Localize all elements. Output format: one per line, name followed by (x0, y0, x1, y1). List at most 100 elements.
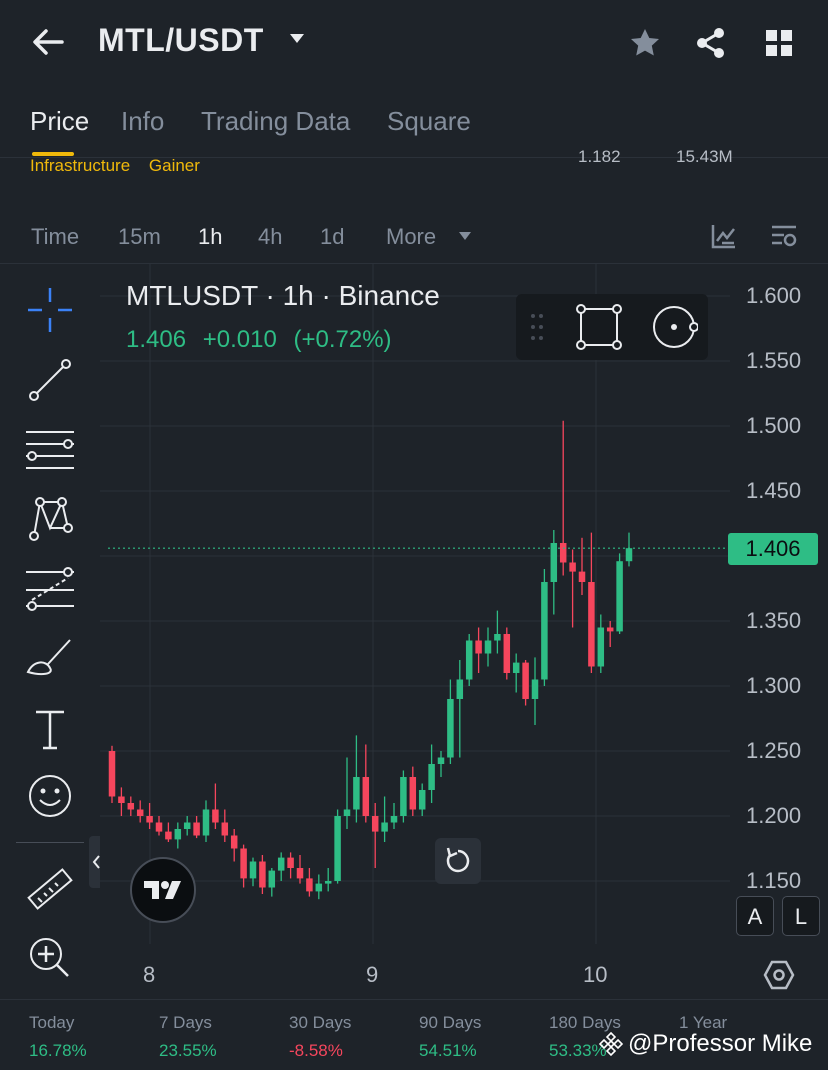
grid-icon[interactable] (764, 28, 794, 58)
tab-info[interactable]: Info (121, 106, 164, 137)
share-icon[interactable] (694, 26, 728, 60)
tradingview-logo[interactable] (130, 857, 196, 923)
auto-scale-button[interactable]: A (736, 896, 774, 936)
candlestick-chart[interactable] (100, 264, 828, 999)
candle-body (362, 777, 370, 816)
y-axis-label: 1.450 (746, 478, 802, 503)
candle-body (193, 822, 200, 836)
y-axis-label: 1.350 (746, 608, 802, 633)
candle-body (428, 764, 435, 790)
candle-body (475, 640, 482, 654)
y-axis-label: 1.600 (746, 283, 802, 308)
candle-body (625, 548, 633, 562)
trend-line-icon[interactable] (24, 354, 76, 406)
log-scale-button[interactable]: L (782, 896, 820, 936)
x-axis-label: 10 (583, 962, 608, 987)
chart-title: MTLUSDT · 1h · Binance (126, 280, 440, 311)
candle-body (578, 571, 586, 582)
candle-body (503, 634, 511, 673)
x-axis-label: 8 (143, 962, 156, 987)
timeframe-15m[interactable]: 15m (118, 224, 161, 250)
candle-body (183, 822, 191, 829)
emoji-icon[interactable] (24, 770, 76, 822)
chart-layout-settings-icon[interactable] (770, 222, 798, 250)
drag-handle-icon[interactable] (530, 312, 544, 342)
y-axis-label: 1.250 (746, 738, 802, 763)
timeframe-more[interactable]: More (386, 224, 436, 250)
tag-gainer[interactable]: Gainer (149, 156, 200, 175)
star-icon[interactable] (628, 26, 662, 60)
candle-body (456, 679, 464, 699)
candle-body (230, 835, 238, 849)
perf-value: -8.58% (289, 1041, 343, 1060)
floating-draw-toolbar (516, 294, 708, 360)
horizontal-lines-icon[interactable] (24, 424, 76, 476)
candle-body (174, 829, 182, 840)
crosshair-icon[interactable] (24, 284, 76, 336)
brush-icon[interactable] (24, 634, 76, 686)
candle-body (155, 822, 163, 832)
tag-infrastructure[interactable]: Infrastructure (30, 156, 130, 175)
stat-value-truncated: 15.43M (676, 147, 733, 166)
candle-body (268, 870, 276, 888)
x-axis-label: 9 (366, 962, 379, 987)
candle-body (437, 757, 445, 764)
candle-body (287, 857, 294, 868)
candle-body (296, 868, 304, 879)
caret-down-icon[interactable] (290, 34, 304, 43)
perf-period-label: 7 Days (159, 1013, 212, 1032)
candle-body (118, 796, 125, 803)
circle-tool-icon[interactable] (650, 304, 698, 350)
candle-body (522, 662, 529, 699)
candle-body (324, 881, 332, 884)
candle-body (409, 777, 417, 810)
candle-body (541, 582, 548, 680)
ruler-icon[interactable] (24, 864, 76, 916)
y-axis-label: 1.300 (746, 673, 802, 698)
chart-quote: 1.406 +0.010 (+0.72%) (126, 326, 402, 354)
tab-square[interactable]: Square (387, 106, 471, 137)
candle-body (306, 878, 313, 892)
candle-body (240, 848, 247, 879)
toolbar-divider (16, 842, 84, 843)
pattern-icon[interactable] (24, 494, 76, 546)
tab-price[interactable]: Price (30, 106, 89, 137)
candle-body (390, 816, 398, 823)
candle-body (315, 883, 323, 892)
y-axis-label: 1.150 (746, 868, 802, 893)
timeframe-time[interactable]: Time (31, 224, 79, 250)
zoom-in-icon[interactable] (24, 932, 76, 984)
candle-body (418, 790, 426, 810)
stat-value-truncated: 1.182 (578, 147, 621, 166)
tab-trading-data[interactable]: Trading Data (201, 106, 350, 137)
timeframe-1d[interactable]: 1d (320, 224, 344, 250)
indicator-icon[interactable] (710, 222, 738, 250)
candle-body (512, 662, 520, 673)
back-arrow-icon[interactable] (30, 26, 66, 58)
candle-body (606, 627, 614, 632)
caret-down-icon[interactable] (459, 232, 471, 240)
tags-row: Infrastructure Gainer (30, 156, 214, 176)
perf-period-label: 90 Days (419, 1013, 482, 1032)
candle-body (559, 543, 567, 563)
refresh-icon (446, 847, 470, 873)
perf-period-label: 30 Days (289, 1013, 352, 1032)
chart-price-change: +0.010 (202, 326, 277, 353)
chart-settings-icon[interactable] (762, 958, 796, 992)
reset-chart-button[interactable] (435, 838, 481, 884)
pair-title[interactable]: MTL/USDT (98, 22, 264, 59)
candle-body (249, 861, 257, 879)
watermark-text: @Professor Mike (628, 1030, 813, 1057)
y-axis-label: 1.550 (746, 348, 802, 373)
timeframe-1h[interactable]: 1h (198, 224, 222, 250)
candle-body (334, 816, 341, 881)
perf-value: 23.55% (159, 1041, 217, 1060)
text-tool-icon[interactable] (24, 704, 76, 756)
timeframe-4h[interactable]: 4h (258, 224, 282, 250)
fibonacci-icon[interactable] (24, 564, 76, 616)
chart-last-price: 1.406 (126, 326, 187, 353)
candle-body (146, 816, 153, 823)
rectangle-tool-icon[interactable] (576, 304, 622, 350)
candle-body (381, 822, 388, 832)
current-price-tag: 1.406 (728, 533, 818, 565)
